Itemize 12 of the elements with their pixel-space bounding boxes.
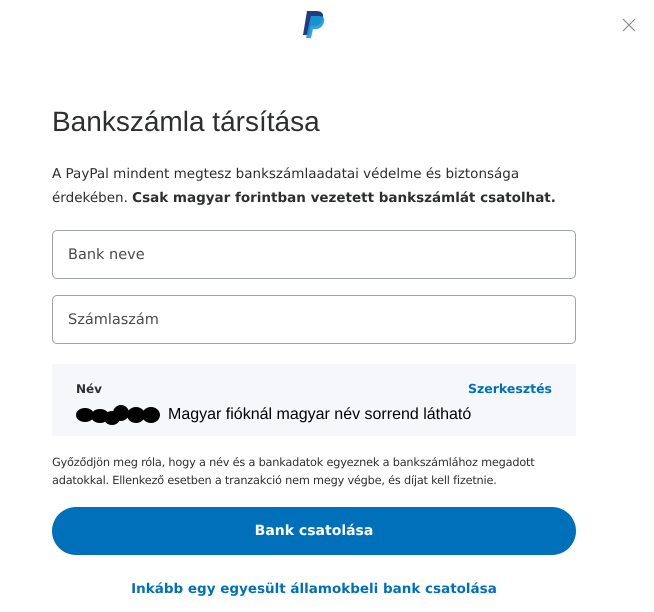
- intro-text: A PayPal mindent megtesz bankszámlaadatai védelme és biztonsága érdekében. Csak magyar forintban vezetett bankszámlát csatolhat.: [52, 165, 557, 208]
- notice-text: Győződjön meg róla, hogy a név és a bankadatok egyeznek a bankszámlához megadott adatokkal. Ellenkező esetben a tranzakció nem megy végbe, és díjat kell fizetnie.: [52, 455, 536, 489]
- name-label: Név: [76, 381, 102, 398]
- link-bank-button[interactable]: Bank csatolása: [52, 507, 576, 555]
- us-bank-link[interactable]: Inkább egy egyesült államokbeli bank csatolása: [131, 579, 497, 600]
- text-field[interactable]: Bank neve: [52, 230, 576, 279]
- close-button[interactable]: [620, 16, 638, 34]
- text-field[interactable]: Számlaszám: [52, 295, 576, 344]
- paypal-logo: [302, 11, 326, 39]
- page-title: Bankszámla társítása: [52, 105, 321, 139]
- edit-link[interactable]: Szerkesztés: [468, 380, 552, 399]
- name-note: Magyar fióknál magyar név sorrend látható: [168, 404, 472, 425]
